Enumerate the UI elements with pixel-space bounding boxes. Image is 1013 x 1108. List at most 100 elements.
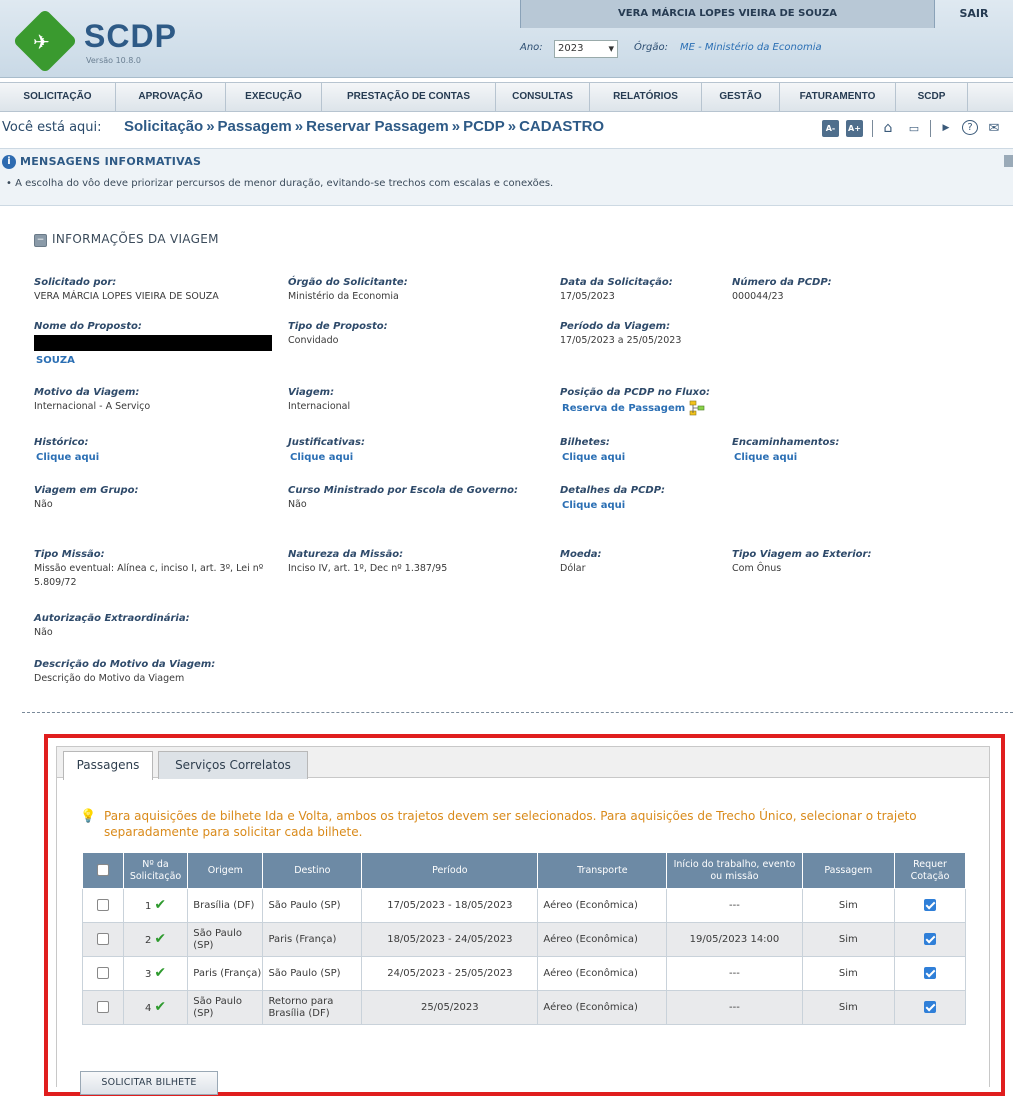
- field-label: Tipo Viagem ao Exterior:: [732, 549, 872, 560]
- font-decrease-button[interactable]: A-: [822, 120, 839, 137]
- cell-cotacao: [894, 888, 966, 923]
- video-icon[interactable]: ▶: [936, 120, 956, 137]
- field-value: Descrição do Motivo da Viagem: [34, 673, 185, 684]
- toolbar-divider: [872, 120, 873, 137]
- cell-cotacao: [894, 956, 966, 991]
- collapse-icon[interactable]: [1004, 155, 1013, 167]
- cell-inicio: ---: [666, 956, 803, 991]
- check-icon: ✔: [154, 964, 167, 981]
- field-value: VERA MÁRCIA LOPES VIEIRA DE SOUZA: [34, 291, 219, 302]
- cell-destino: Retorno para Brasília (DF): [262, 990, 363, 1025]
- chevron-down-icon: ▾: [608, 42, 614, 55]
- year-value: 2023: [558, 43, 584, 54]
- field-value: 000044/23: [732, 291, 784, 302]
- font-increase-button[interactable]: A+: [846, 120, 863, 137]
- menu-scdp[interactable]: SCDP: [896, 83, 968, 111]
- detalhes-link[interactable]: Clique aqui: [560, 498, 720, 513]
- breadcrumb-item[interactable]: Passagem: [218, 118, 292, 135]
- breadcrumb-separator: »: [507, 118, 517, 135]
- mail-icon[interactable]: ✉: [984, 120, 1004, 137]
- menu-prestacao-contas[interactable]: PRESTAÇÃO DE CONTAS: [322, 83, 496, 111]
- tab-servicos-correlatos[interactable]: Serviços Correlatos: [158, 751, 308, 779]
- row-select-cell: [82, 990, 124, 1025]
- year-label: Ano:: [520, 42, 543, 53]
- row-checkbox[interactable]: [96, 899, 109, 911]
- table-row[interactable]: 4 ✔ São Paulo (SP) Retorno para Brasília …: [82, 990, 966, 1025]
- context-selector: Ano: 2023 ▾ Órgão: ME - Ministério da Ec…: [520, 40, 1000, 60]
- field-viagem-grupo: Viagem em Grupo: Não: [34, 484, 234, 512]
- logout-link[interactable]: SAIR: [935, 0, 1013, 28]
- field-label: Nome do Proposto:: [34, 321, 142, 332]
- menu-relatorios[interactable]: RELATÓRIOS: [590, 83, 702, 111]
- home-icon[interactable]: ⌂: [878, 120, 898, 137]
- check-icon: ✔: [154, 998, 167, 1015]
- field-label: Bilhetes:: [560, 437, 610, 448]
- field-value: Ministério da Economia: [288, 291, 399, 302]
- solicitar-bilhete-button[interactable]: SOLICITAR BILHETE: [80, 1071, 218, 1095]
- cell-num: 1 ✔: [122, 888, 189, 923]
- cell-periodo: 17/05/2023 - 18/05/2023: [361, 888, 539, 923]
- row-checkbox[interactable]: [96, 967, 109, 979]
- field-label: Natureza da Missão:: [288, 549, 404, 560]
- breadcrumb-item[interactable]: Solicitação: [124, 118, 203, 135]
- historico-link[interactable]: Clique aqui: [34, 450, 234, 465]
- check-icon: ✔: [154, 896, 167, 913]
- menu-execucao[interactable]: EXECUÇÃO: [226, 83, 322, 111]
- menu-faturamento[interactable]: FATURAMENTO: [780, 83, 896, 111]
- tab-strip: Passagens Serviços Correlatos: [56, 746, 990, 780]
- proposto-link[interactable]: SOUZA: [34, 353, 294, 368]
- field-autorizacao-extraordinaria: Autorização Extraordinária: Não: [34, 612, 294, 640]
- field-natureza-missao: Natureza da Missão: Inciso IV, art. 1º, …: [288, 548, 538, 576]
- column-header: Transporte: [537, 852, 668, 889]
- encaminhamentos-link[interactable]: Clique aqui: [732, 450, 932, 465]
- menu-consultas[interactable]: CONSULTAS: [496, 83, 590, 111]
- row-checkbox[interactable]: [96, 1001, 109, 1013]
- info-messages: i MENSAGENS INFORMATIVAS • A escolha do …: [0, 148, 1013, 206]
- field-motivo-viagem: Motivo da Viagem: Internacional - A Serv…: [34, 386, 294, 414]
- collapse-toggle-icon[interactable]: −: [34, 234, 47, 247]
- message-text: A escolha do vôo deve priorizar percurso…: [15, 178, 554, 189]
- year-select[interactable]: 2023 ▾: [554, 40, 618, 58]
- field-value: Não: [34, 627, 53, 638]
- table-row[interactable]: 2 ✔ São Paulo (SP) Paris (França) 18/05/2…: [82, 922, 966, 957]
- messages-title: MENSAGENS INFORMATIVAS: [20, 155, 202, 168]
- flow-diagram-icon[interactable]: [689, 400, 705, 416]
- passages-table: Nº da Solicitação Origem Destino Período…: [82, 852, 966, 1025]
- table-row[interactable]: 3 ✔ Paris (França) São Paulo (SP) 24/05/2…: [82, 956, 966, 991]
- field-historico: Histórico: Clique aqui: [34, 436, 234, 465]
- table-row[interactable]: 1 ✔ Brasília (DF) São Paulo (SP) 17/05/20…: [82, 888, 966, 923]
- info-icon: i: [2, 155, 16, 169]
- menu-solicitacao[interactable]: SOLICITAÇÃO: [0, 83, 116, 111]
- requer-cotacao-checkbox[interactable]: [924, 899, 936, 911]
- chat-icon[interactable]: ▭: [904, 120, 924, 137]
- column-header: Destino: [262, 852, 363, 889]
- breadcrumb-item[interactable]: PCDP: [463, 118, 505, 135]
- requer-cotacao-checkbox[interactable]: [924, 933, 936, 945]
- menu-aprovacao[interactable]: APROVAÇÃO: [116, 83, 226, 111]
- menu-gestao[interactable]: GESTÃO: [702, 83, 780, 111]
- field-moeda: Moeda: Dólar: [560, 548, 720, 576]
- field-solicitado-por: Solicitado por: VERA MÁRCIA LOPES VIEIRA…: [34, 276, 294, 304]
- cell-passagem: Sim: [801, 956, 896, 991]
- section-divider: [22, 712, 1013, 713]
- field-nome-proposto: Nome do Proposto: SOUZA: [34, 320, 294, 368]
- bilhetes-link[interactable]: Clique aqui: [560, 450, 720, 465]
- field-label: Histórico:: [34, 437, 89, 448]
- field-value: Missão eventual: Alínea c, inciso I, art…: [34, 563, 264, 588]
- flow-position-link[interactable]: Reserva de Passagem: [562, 403, 685, 414]
- field-detalhes-pcdp: Detalhes da PCDP: Clique aqui: [560, 484, 720, 513]
- cell-periodo: 24/05/2023 - 25/05/2023: [361, 956, 539, 991]
- breadcrumb-item: CADASTRO: [519, 118, 605, 135]
- help-icon[interactable]: ?: [962, 120, 978, 135]
- justificativas-link[interactable]: Clique aqui: [288, 450, 488, 465]
- field-justificativas: Justificativas: Clique aqui: [288, 436, 488, 465]
- requer-cotacao-checkbox[interactable]: [924, 967, 936, 979]
- row-checkbox[interactable]: [96, 933, 109, 945]
- requer-cotacao-checkbox[interactable]: [924, 1001, 936, 1013]
- tip-text: Para aquisições de bilhete Ida e Volta, …: [104, 809, 917, 839]
- cell-cotacao: [894, 922, 966, 957]
- breadcrumb-item[interactable]: Reservar Passagem: [306, 118, 449, 135]
- tab-passagens[interactable]: Passagens: [63, 751, 153, 780]
- request-number: 2: [144, 934, 152, 946]
- select-all-checkbox[interactable]: [96, 864, 109, 877]
